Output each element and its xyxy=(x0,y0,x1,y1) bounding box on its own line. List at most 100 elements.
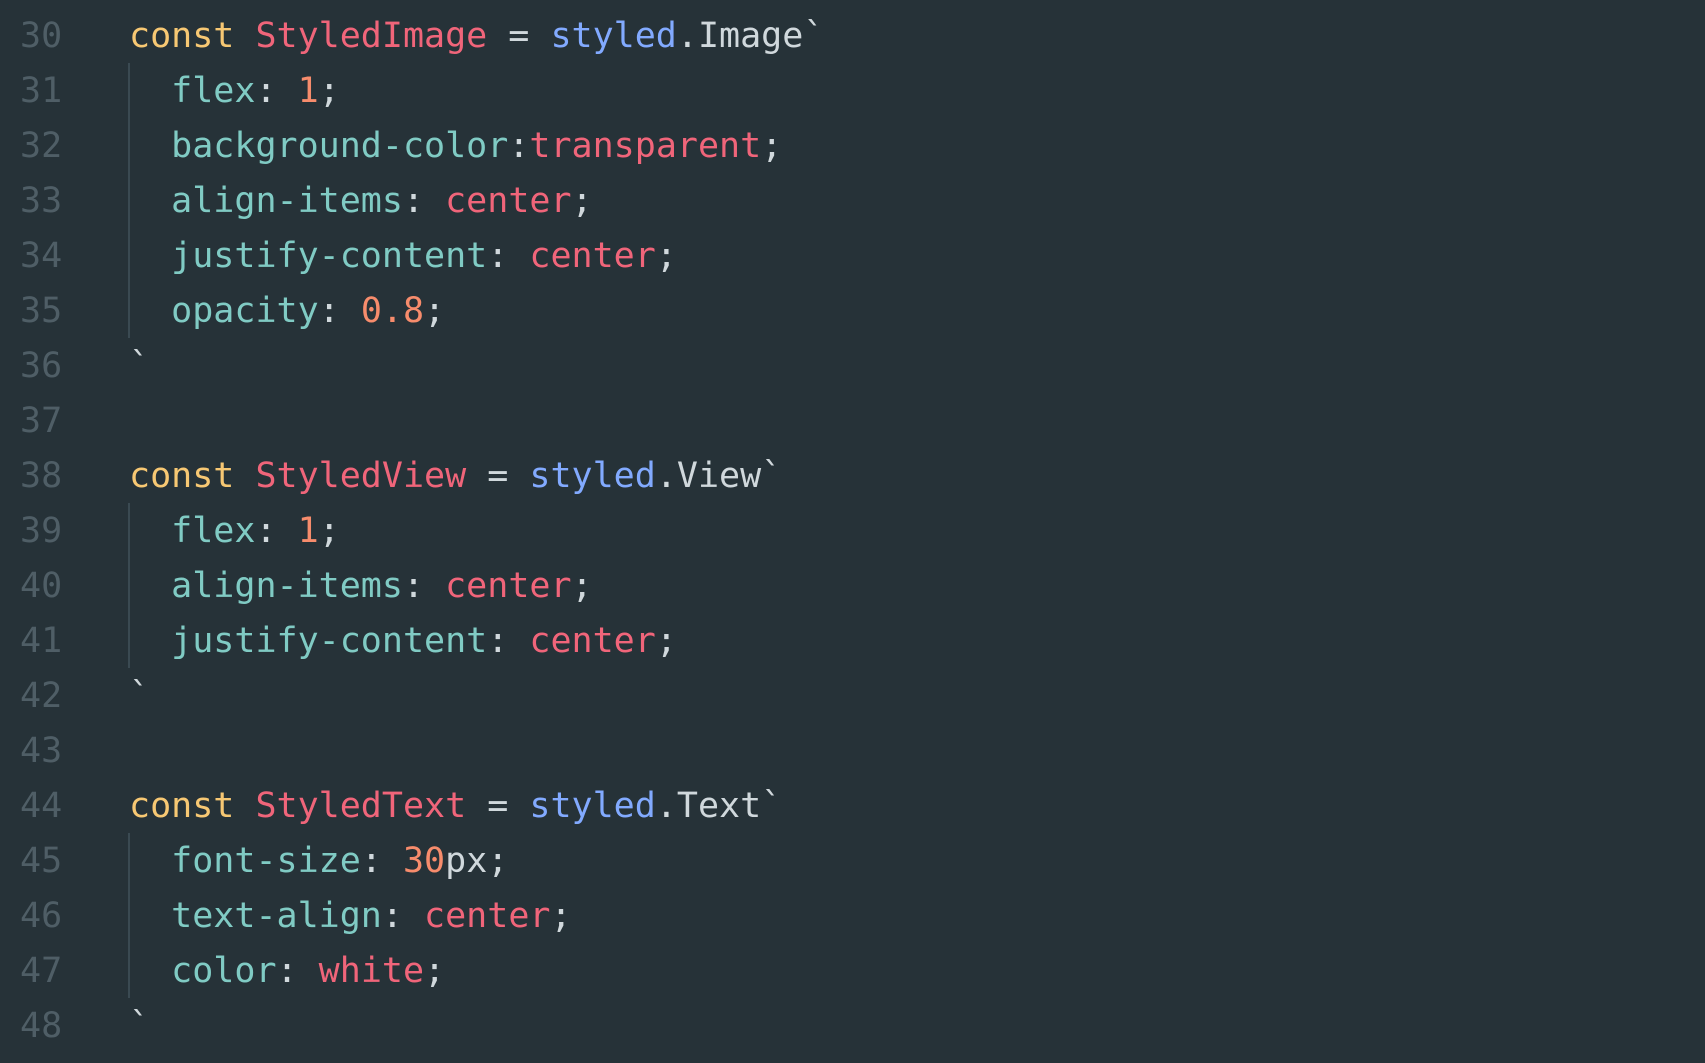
code-line[interactable]: 30 const StyledImage = styled.Image` xyxy=(0,9,1705,64)
line-code: font-size: 30px; xyxy=(129,834,508,889)
line-number: 43 xyxy=(20,731,63,771)
code-line[interactable]: 31 flex: 1; xyxy=(0,64,1705,119)
code-token: = xyxy=(466,456,530,496)
code-token: 0.8 xyxy=(360,291,425,331)
line-code: const StyledView = styled.View` xyxy=(129,449,782,504)
code-line[interactable]: 38 const StyledView = styled.View` xyxy=(0,449,1705,504)
line-number: 30 xyxy=(20,16,63,56)
code-token: ; xyxy=(424,951,446,991)
line-code: const StyledImage = styled.Image` xyxy=(129,9,824,64)
code-token: background-color xyxy=(171,126,509,166)
code-token: : xyxy=(255,71,298,111)
code-line[interactable]: 33 align-items: center; xyxy=(0,174,1705,229)
code-editor[interactable]: 30 const StyledImage = styled.Image` 31 fl… xyxy=(0,0,1705,1063)
code-token: ; xyxy=(761,126,783,166)
code-token: ; xyxy=(550,896,572,936)
line-number: 38 xyxy=(20,456,63,496)
line-code: ` xyxy=(129,339,150,394)
code-token: center xyxy=(424,896,551,936)
code-line[interactable]: 37 xyxy=(0,394,1705,449)
code-token: ; xyxy=(571,181,593,221)
code-line[interactable]: 48 ` xyxy=(0,999,1705,1054)
line-number: 44 xyxy=(20,786,63,826)
code-token: center xyxy=(529,621,656,661)
code-token: : xyxy=(402,181,446,221)
code-token: = xyxy=(487,16,551,56)
line-number: 47 xyxy=(20,951,63,991)
code-token: ; xyxy=(655,236,677,276)
code-token: const xyxy=(129,16,235,56)
code-line[interactable]: 41 justify-content: center; xyxy=(0,614,1705,669)
code-token: align-items xyxy=(171,181,403,221)
line-number: 31 xyxy=(20,71,63,111)
code-token: : xyxy=(276,951,319,991)
code-token: : xyxy=(318,291,361,331)
code-token: px; xyxy=(445,841,509,881)
code-token: 1 xyxy=(297,71,319,111)
line-code: ` xyxy=(129,999,150,1054)
code-line[interactable]: 42 ` xyxy=(0,669,1705,724)
code-line[interactable]: 47 color: white; xyxy=(0,944,1705,999)
code-token: font-size xyxy=(171,841,361,881)
code-token: ; xyxy=(318,511,340,551)
code-token: color xyxy=(171,951,277,991)
code-token: const xyxy=(129,786,235,826)
code-line[interactable]: 40 align-items: center; xyxy=(0,559,1705,614)
code-line[interactable]: 35 opacity: 0.8; xyxy=(0,284,1705,339)
line-code: color: white; xyxy=(129,944,445,999)
code-token: flex xyxy=(171,511,256,551)
code-token: StyledView xyxy=(255,456,467,496)
code-token: ; xyxy=(571,566,593,606)
line-number: 39 xyxy=(20,511,63,551)
line-number: 46 xyxy=(20,896,63,936)
line-code: align-items: center; xyxy=(129,174,593,229)
code-token: text-align xyxy=(171,896,382,936)
line-number: 40 xyxy=(20,566,63,606)
line-code: justify-content: center; xyxy=(129,229,677,284)
code-line[interactable]: 36 ` xyxy=(0,339,1705,394)
code-line[interactable]: 39 flex: 1; xyxy=(0,504,1705,559)
code-token: 30 xyxy=(402,841,446,881)
line-number: 48 xyxy=(20,1006,63,1046)
code-token: styled xyxy=(550,16,677,56)
code-token: ` xyxy=(129,1006,151,1046)
code-token: : xyxy=(402,566,446,606)
line-code: flex: 1; xyxy=(129,504,340,559)
code-line[interactable]: 32 background-color:transparent; xyxy=(0,119,1705,174)
code-token: justify-content xyxy=(171,236,488,276)
code-token: white xyxy=(318,951,425,991)
code-token: center xyxy=(529,236,656,276)
code-token: 1 xyxy=(297,511,319,551)
code-token: ; xyxy=(424,291,446,331)
code-line[interactable]: 46 text-align: center; xyxy=(0,889,1705,944)
code-token: justify-content xyxy=(171,621,488,661)
code-line[interactable]: 44 const StyledText = styled.Text` xyxy=(0,779,1705,834)
line-code: background-color:transparent; xyxy=(129,119,782,174)
code-line[interactable]: 34 justify-content: center; xyxy=(0,229,1705,284)
code-token: : xyxy=(255,511,298,551)
code-token: : xyxy=(381,896,425,936)
code-line[interactable]: 43 xyxy=(0,724,1705,779)
code-token: .Text` xyxy=(655,786,783,826)
code-token: transparent xyxy=(529,126,762,166)
code-token: = xyxy=(466,786,530,826)
line-number: 34 xyxy=(20,236,63,276)
code-token: : xyxy=(360,841,403,881)
line-code: text-align: center; xyxy=(129,889,572,944)
line-number: 35 xyxy=(20,291,63,331)
code-line[interactable]: 45 font-size: 30px; xyxy=(0,834,1705,889)
code-token: : xyxy=(487,236,530,276)
code-token: .View` xyxy=(655,456,783,496)
code-token: StyledImage xyxy=(255,16,488,56)
